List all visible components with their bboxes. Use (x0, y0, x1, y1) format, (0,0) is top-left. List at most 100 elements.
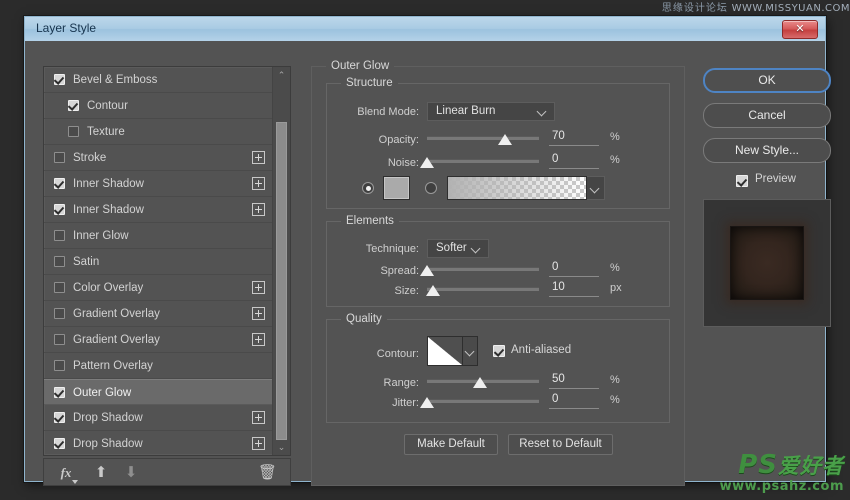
style-list-item[interactable]: Color Overlay (44, 275, 272, 301)
scroll-up-icon[interactable]: ⌃ (273, 67, 290, 83)
style-list-item[interactable]: Inner Shadow (44, 171, 272, 197)
style-list-item-label: Contour (87, 100, 128, 112)
spread-slider[interactable] (420, 263, 539, 277)
styles-list: Bevel & Emboss Contour Texture Stroke Inner … (43, 66, 291, 456)
styles-list-items: Bevel & Emboss Contour Texture Stroke Inner … (44, 67, 272, 455)
style-enable-checkbox[interactable] (68, 100, 79, 111)
size-input[interactable]: 10 (549, 281, 599, 297)
close-icon: ✕ (795, 23, 805, 35)
noise-slider[interactable] (420, 155, 539, 169)
style-list-item[interactable]: Inner Shadow (44, 197, 272, 223)
scroll-down-icon[interactable]: ⌄ (273, 439, 290, 455)
noise-unit: % (610, 154, 620, 166)
contour-preview[interactable] (427, 336, 463, 366)
style-list-item-label: Stroke (73, 152, 107, 164)
reset-to-default-button[interactable]: Reset to Default (508, 434, 613, 455)
ok-button[interactable]: OK (703, 68, 831, 93)
slider-thumb[interactable] (420, 397, 435, 409)
style-list-item[interactable]: Texture (44, 119, 272, 145)
style-list-item[interactable]: Bevel & Emboss (44, 67, 272, 93)
cancel-button[interactable]: Cancel (703, 103, 831, 128)
style-enable-checkbox[interactable] (54, 360, 65, 371)
watermark-top-url: WWW.MISSYUAN.COM (731, 3, 850, 14)
fx-icon[interactable]: fx (56, 463, 78, 484)
size-slider[interactable] (425, 283, 539, 297)
style-list-item[interactable]: Contour (44, 93, 272, 119)
opacity-input[interactable]: 70 (549, 130, 599, 146)
preview-thumbnail (703, 199, 831, 327)
style-enable-checkbox[interactable] (54, 152, 65, 163)
scrollbar-thumb[interactable] (276, 122, 287, 440)
style-enable-checkbox[interactable] (54, 204, 65, 215)
style-list-item[interactable]: Gradient Overlay (44, 327, 272, 353)
style-list-item-label: Satin (73, 256, 100, 268)
style-list-item[interactable]: Pattern Overlay (44, 353, 272, 379)
preview-toggle-row: Preview (703, 172, 831, 192)
slider-track (427, 159, 539, 163)
style-list-item-label: Gradient Overlay (73, 308, 160, 320)
glow-color-swatch[interactable] (383, 176, 410, 200)
style-list-item-label: Drop Shadow (73, 412, 143, 424)
style-enable-checkbox[interactable] (54, 438, 65, 449)
slider-thumb[interactable] (498, 134, 513, 146)
noise-input[interactable]: 0 (549, 153, 599, 169)
style-list-item[interactable]: Drop Shadow (44, 405, 272, 431)
style-list-item[interactable]: Outer Glow (44, 379, 272, 405)
preview-checkbox[interactable] (736, 175, 748, 187)
gradient-picker-dropdown[interactable] (587, 176, 605, 200)
slider-track (427, 136, 539, 140)
style-list-item[interactable]: Stroke (44, 145, 272, 171)
blend-mode-select[interactable]: Linear Burn (427, 102, 555, 121)
glow-gradient-preview[interactable] (447, 176, 587, 200)
style-list-item[interactable]: Gradient Overlay (44, 301, 272, 327)
style-enable-checkbox[interactable] (54, 387, 65, 398)
spread-unit: % (610, 262, 620, 274)
range-slider[interactable] (427, 375, 539, 389)
add-effect-icon[interactable] (252, 411, 265, 424)
add-effect-icon[interactable] (252, 281, 265, 294)
slider-thumb[interactable] (425, 285, 441, 297)
size-label: Size: (394, 285, 419, 297)
add-effect-icon[interactable] (252, 177, 265, 190)
add-effect-icon[interactable] (252, 307, 265, 320)
fill-color-radio[interactable] (362, 182, 374, 194)
screen: 思缘设计论坛 WWW.MISSYUAN.COM Layer Style ✕ Be… (0, 0, 850, 500)
spread-input[interactable]: 0 (549, 261, 599, 277)
slider-thumb[interactable] (420, 157, 435, 169)
style-list-item[interactable]: Inner Glow (44, 223, 272, 249)
slider-thumb[interactable] (420, 265, 435, 277)
style-enable-checkbox[interactable] (54, 178, 65, 189)
style-enable-checkbox[interactable] (54, 334, 65, 345)
technique-select[interactable]: Softer (427, 239, 489, 258)
opacity-unit: % (610, 131, 620, 143)
opacity-slider[interactable] (427, 132, 539, 146)
fill-gradient-radio[interactable] (425, 182, 437, 194)
range-input[interactable]: 50 (549, 373, 599, 389)
jitter-slider[interactable] (420, 395, 539, 409)
delete-effect-button[interactable]: 🗑 (258, 463, 277, 483)
add-effect-icon[interactable] (252, 437, 265, 450)
anti-aliased-checkbox[interactable] (493, 345, 505, 357)
style-enable-checkbox[interactable] (54, 230, 65, 241)
add-effect-icon[interactable] (252, 333, 265, 346)
style-enable-checkbox[interactable] (54, 256, 65, 267)
style-enable-checkbox[interactable] (54, 412, 65, 423)
style-enable-checkbox[interactable] (54, 308, 65, 319)
close-button[interactable]: ✕ (782, 20, 818, 39)
dialog-titlebar[interactable]: Layer Style ✕ (25, 17, 825, 42)
style-enable-checkbox[interactable] (54, 74, 65, 85)
style-list-item[interactable]: Satin (44, 249, 272, 275)
styles-list-scrollbar[interactable]: ⌃ ⌄ (272, 67, 290, 455)
contour-picker-dropdown[interactable] (463, 336, 478, 366)
jitter-input[interactable]: 0 (549, 393, 599, 409)
slider-thumb[interactable] (472, 377, 488, 389)
new-style-button[interactable]: New Style... (703, 138, 831, 163)
style-list-item[interactable]: Drop Shadow (44, 431, 272, 455)
add-effect-icon[interactable] (252, 203, 265, 216)
move-down-button[interactable]: ⬇ (122, 463, 140, 483)
move-up-button[interactable]: ⬆ (92, 463, 110, 483)
add-effect-icon[interactable] (252, 151, 265, 164)
style-enable-checkbox[interactable] (54, 282, 65, 293)
make-default-button[interactable]: Make Default (404, 434, 498, 455)
style-enable-checkbox[interactable] (68, 126, 79, 137)
